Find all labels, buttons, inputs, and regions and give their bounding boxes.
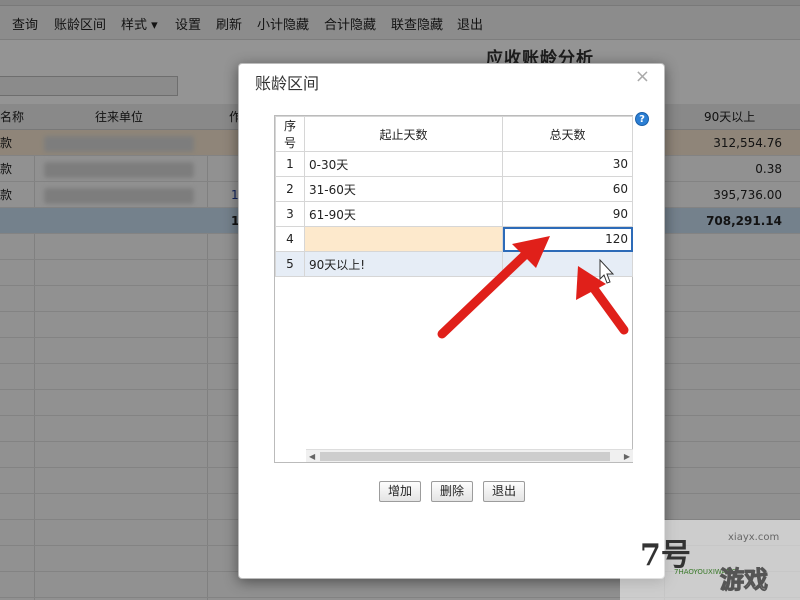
watermark-url: xiayx.com <box>728 532 780 543</box>
cell-range[interactable]: 61-90天 <box>304 201 503 227</box>
cell-total-days[interactable]: 30 <box>502 151 633 177</box>
cell-index: 5 <box>275 251 305 277</box>
col-header-total-days: 总天数 <box>502 116 633 152</box>
table-row[interactable]: 3 61-90天 90 <box>275 201 633 227</box>
cell-total-days[interactable] <box>502 251 633 277</box>
add-button[interactable]: 增加 <box>379 481 422 502</box>
table-header-row: 序号 起止天数 总天数 <box>275 116 633 152</box>
scroll-left-icon[interactable]: ◀ <box>309 450 315 463</box>
delete-button[interactable]: 删除 <box>431 481 474 502</box>
col-header-range: 起止天数 <box>304 116 503 152</box>
table-row[interactable]: 4 120 <box>275 226 633 252</box>
table-row[interactable]: 1 0-30天 30 <box>275 151 633 177</box>
table-row[interactable]: 2 31-60天 60 <box>275 176 633 202</box>
cell-range[interactable]: 0-30天 <box>304 151 503 177</box>
cell-index: 1 <box>275 151 305 177</box>
scroll-right-icon[interactable]: ▶ <box>624 450 630 463</box>
watermark-game: 游戏 <box>720 566 769 595</box>
exit-button[interactable]: 退出 <box>483 481 526 502</box>
cell-index: 4 <box>275 226 305 252</box>
close-icon[interactable]: × <box>635 66 650 87</box>
horizontal-scrollbar[interactable]: ◀ ▶ <box>306 449 633 462</box>
dialog-title: 账龄区间 <box>255 74 320 93</box>
scroll-thumb[interactable] <box>320 452 610 461</box>
cell-index: 2 <box>275 176 305 202</box>
aging-range-dialog: 账龄区间 × ? 序号 起止天数 总天数 1 0-30天 30 2 31-60天… <box>238 63 665 579</box>
cell-index: 3 <box>275 201 305 227</box>
aging-range-table: 序号 起止天数 总天数 1 0-30天 30 2 31-60天 60 3 61-… <box>275 116 633 277</box>
cell-range[interactable]: 90天以上! <box>304 251 503 277</box>
cell-total-days[interactable]: 90 <box>502 201 633 227</box>
col-header-index: 序号 <box>275 116 305 152</box>
table-row[interactable]: 5 90天以上! <box>275 251 633 277</box>
cell-range[interactable] <box>304 226 503 252</box>
cell-total-days[interactable]: 60 <box>502 176 633 202</box>
cell-total-days-editing[interactable]: 120 <box>502 226 633 252</box>
cell-range[interactable]: 31-60天 <box>304 176 503 202</box>
help-icon[interactable]: ? <box>635 112 649 126</box>
aging-range-grid: 序号 起止天数 总天数 1 0-30天 30 2 31-60天 60 3 61-… <box>274 115 633 463</box>
